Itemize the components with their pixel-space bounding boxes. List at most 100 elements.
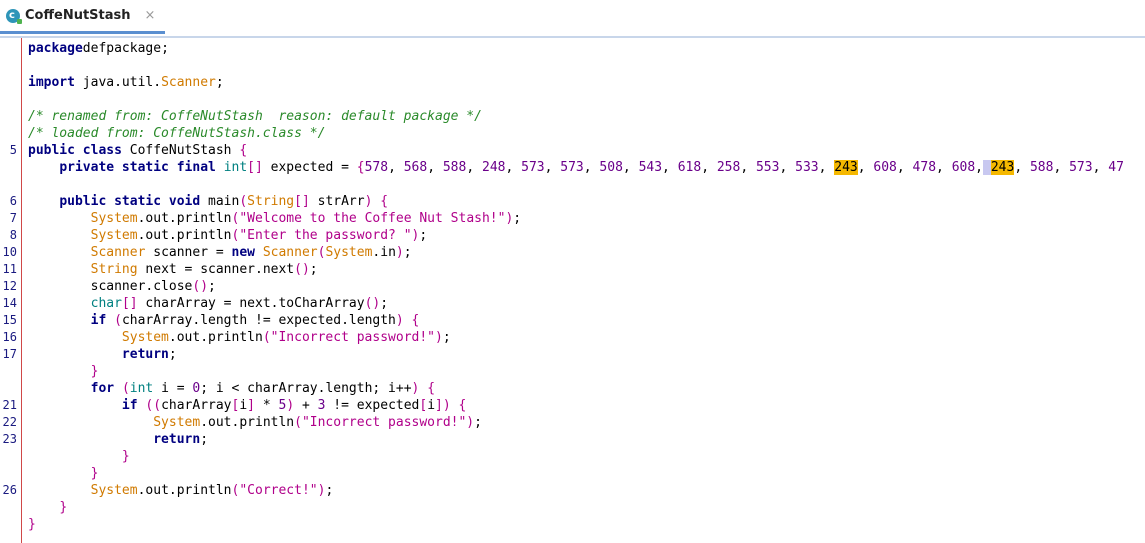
code-token: charArray — [161, 398, 232, 413]
code-token: Scanner — [90, 245, 146, 260]
line-number: 23 — [2, 432, 17, 446]
code-line[interactable]: 6 public static void main(String[] strAr… — [0, 193, 1145, 210]
code-token: { — [239, 143, 248, 158]
code-line[interactable]: } — [0, 516, 1145, 533]
code-token: java.util. — [74, 75, 162, 90]
line-code: if ((charArray[i] * 5) + 3 != expected[i… — [28, 397, 466, 414]
line-code: /* renamed from: CoffeNutStash reason: d… — [28, 108, 482, 125]
line-code: scanner.close(); — [28, 278, 216, 295]
code-line[interactable]: 22 System.out.println("Incorrect passwor… — [0, 414, 1145, 431]
code-token: 573 — [560, 160, 584, 175]
code-token: 243 — [990, 160, 1015, 175]
line-number: 26 — [2, 483, 17, 497]
code-token: } — [121, 449, 130, 464]
code-token: System — [325, 245, 373, 260]
code-token: .out.println — [137, 483, 232, 498]
code-line[interactable]: packagedefpackage; — [0, 40, 1145, 57]
code-line[interactable]: private static final int[] expected = {5… — [0, 159, 1145, 176]
code-token: scanner.close — [28, 279, 193, 294]
code-token: 243 — [834, 160, 858, 175]
code-token: != expected — [325, 398, 420, 413]
code-line[interactable]: } — [0, 465, 1145, 482]
code-line[interactable]: 14 char[] charArray = next.toCharArray()… — [0, 295, 1145, 312]
code-token: 47 — [1108, 160, 1124, 175]
code-token: , — [975, 160, 983, 175]
line-code: } — [28, 465, 99, 482]
code-token: ; — [200, 432, 209, 447]
line-number: 14 — [2, 296, 17, 310]
line-number: 5 — [9, 143, 17, 157]
code-line[interactable]: 12 scanner.close(); — [0, 278, 1145, 295]
code-line[interactable]: 23 return; — [0, 431, 1145, 448]
code-token: } — [59, 500, 68, 515]
code-line[interactable]: } — [0, 448, 1145, 465]
code-editor[interactable]: packagedefpackage; import java.util.Scann… — [0, 38, 1145, 543]
code-token: System — [90, 483, 138, 498]
code-line[interactable]: } — [0, 363, 1145, 380]
code-line[interactable]: /* loaded from: CoffeNutStash.class */ — [0, 125, 1145, 142]
tab-coffenutstash[interactable]: c CoffeNutStash × — [0, 0, 166, 34]
code-line[interactable]: 10 Scanner scanner = new Scanner(System.… — [0, 244, 1145, 261]
line-code: System.out.println("Incorrect password!"… — [28, 329, 451, 346]
code-line[interactable] — [0, 176, 1145, 193]
code-token: for — [90, 381, 115, 396]
code-line[interactable]: 16 System.out.println("Incorrect passwor… — [0, 329, 1145, 346]
code-line[interactable]: /* renamed from: CoffeNutStash reason: d… — [0, 108, 1145, 125]
code-line[interactable]: import java.util.Scanner; — [0, 74, 1145, 91]
line-code: return; — [28, 431, 208, 448]
code-token: System — [121, 330, 169, 345]
line-number: 6 — [9, 194, 17, 208]
code-token: .out.println — [200, 415, 295, 430]
code-token: ; — [215, 75, 224, 90]
code-token: expected = — [262, 160, 357, 175]
line-code: String next = scanner.next(); — [28, 261, 318, 278]
line-code: System.out.println("Enter the password? … — [28, 227, 428, 244]
line-code: System.out.println("Incorrect password!"… — [28, 414, 482, 431]
code-token: , — [857, 160, 874, 175]
code-token: , — [1053, 160, 1070, 175]
code-line[interactable]: for (int i = 0; i < charArray.length; i+… — [0, 380, 1145, 397]
line-number: 16 — [2, 330, 17, 344]
code-line[interactable]: } — [0, 499, 1145, 516]
code-line[interactable] — [0, 57, 1145, 74]
code-token: ) — [395, 313, 404, 328]
code-token: ; — [208, 279, 216, 294]
code-line[interactable]: 21 if ((charArray[i] * 5) + 3 != expecte… — [0, 397, 1145, 414]
code-token: import — [28, 75, 75, 90]
code-token: ; — [419, 228, 428, 243]
line-code: public static void main(String[] strArr)… — [28, 193, 388, 210]
close-icon[interactable]: × — [145, 8, 156, 23]
line-code: } — [28, 363, 99, 380]
line-code: packagedefpackage; — [28, 40, 169, 57]
code-token: , — [466, 160, 482, 175]
code-line[interactable]: 11 String next = scanner.next(); — [0, 261, 1145, 278]
code-token: package — [28, 41, 83, 56]
code-token: 508 — [599, 160, 623, 175]
code-line[interactable]: 17 return; — [0, 346, 1145, 363]
code-token: , — [662, 160, 678, 175]
code-token: /* renamed from: CoffeNutStash reason: d… — [28, 109, 482, 124]
code-token: } — [28, 517, 36, 532]
code-line[interactable]: 7 System.out.println("Welcome to the Cof… — [0, 210, 1145, 227]
code-token: { — [411, 313, 420, 328]
code-line[interactable] — [0, 91, 1145, 108]
code-token: ; — [403, 245, 412, 260]
code-line[interactable]: 26 System.out.println("Correct!"); — [0, 482, 1145, 499]
line-code: return; — [28, 346, 177, 363]
line-code: import java.util.Scanner; — [28, 74, 224, 91]
code-token: , — [740, 160, 756, 175]
line-code: for (int i = 0; i < charArray.length; i+… — [28, 380, 435, 397]
code-line[interactable]: 8 System.out.println("Enter the password… — [0, 227, 1145, 244]
code-token: char — [90, 296, 122, 311]
code-line[interactable]: 15 if (charArray.length != expected.leng… — [0, 312, 1145, 329]
code-line[interactable]: 5 public class CoffeNutStash { — [0, 142, 1145, 159]
line-number: 8 — [9, 228, 17, 242]
